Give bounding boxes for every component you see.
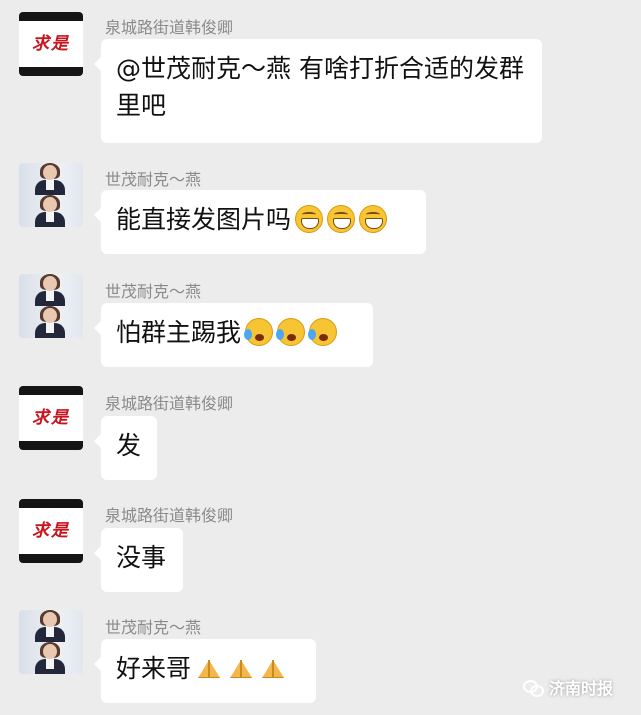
message-text: 发 bbox=[116, 431, 142, 460]
sender-name: 世茂耐克～燕 bbox=[105, 170, 202, 189]
crying-face-icon bbox=[276, 318, 306, 346]
watermark: 济南时报 bbox=[522, 675, 613, 699]
avatar[interactable]: 求是 bbox=[19, 12, 83, 76]
watermark-text: 济南时报 bbox=[548, 679, 613, 698]
wechat-icon bbox=[522, 680, 544, 697]
avatar[interactable]: 求是 bbox=[19, 386, 83, 450]
avatar[interactable] bbox=[19, 163, 83, 227]
sender-name: 世茂耐克～燕 bbox=[105, 282, 202, 301]
logo-icon: 求是 bbox=[32, 34, 70, 54]
ok-hand-icon bbox=[227, 656, 255, 680]
crying-face-icon bbox=[244, 318, 274, 346]
message-text: @世茂耐克～燕 有啥打折合适的发群里吧 bbox=[116, 54, 524, 120]
message-bubble[interactable]: 能直接发图片吗 bbox=[94, 190, 426, 254]
message-bubble[interactable]: 发 bbox=[94, 416, 157, 480]
crying-face-icon bbox=[308, 318, 338, 346]
message-bubble[interactable]: @世茂耐克～燕 有啥打折合适的发群里吧 bbox=[94, 39, 542, 143]
message-text: 怕群主踢我 bbox=[116, 318, 242, 347]
grinning-face-icon bbox=[359, 205, 388, 233]
grinning-face-icon bbox=[327, 205, 356, 233]
grinning-face-icon bbox=[295, 205, 324, 233]
sender-name: 泉城路街道韩俊卿 bbox=[105, 394, 234, 413]
logo-icon: 求是 bbox=[32, 521, 70, 541]
avatar[interactable]: 求是 bbox=[19, 499, 83, 563]
sender-name: 世茂耐克～燕 bbox=[105, 618, 202, 637]
message-text: 没事 bbox=[116, 543, 167, 572]
message-text: 好来哥 bbox=[116, 654, 192, 683]
avatar[interactable] bbox=[19, 274, 83, 338]
ok-hand-icon bbox=[259, 656, 287, 680]
message-bubble[interactable]: 好来哥 bbox=[94, 639, 316, 703]
avatar[interactable] bbox=[19, 610, 83, 674]
message-bubble[interactable]: 没事 bbox=[94, 528, 183, 592]
sender-name: 泉城路街道韩俊卿 bbox=[105, 506, 234, 525]
message-text: 能直接发图片吗 bbox=[116, 205, 292, 234]
ok-hand-icon bbox=[195, 656, 223, 680]
sender-name: 泉城路街道韩俊卿 bbox=[105, 18, 234, 37]
logo-icon: 求是 bbox=[32, 408, 70, 428]
message-bubble[interactable]: 怕群主踢我 bbox=[94, 303, 373, 367]
